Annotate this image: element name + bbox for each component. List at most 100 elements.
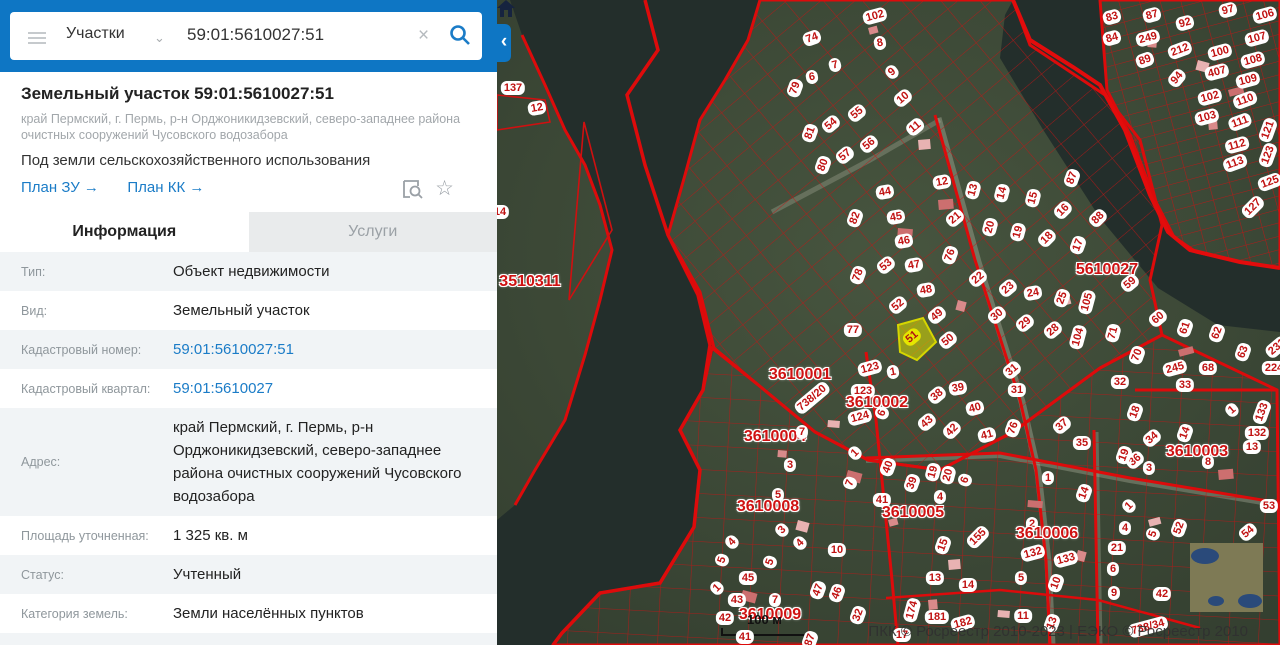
search-input[interactable] (185, 24, 409, 46)
building (918, 139, 931, 150)
info-value: 1 325 кв. м (173, 516, 473, 555)
parcel-label[interactable]: 7 (796, 425, 808, 439)
page-title: Земельный участок 59:01:5610027:51 (21, 84, 476, 104)
info-label: Кадастровый квартал: (0, 382, 173, 396)
building (938, 199, 954, 210)
info-label: Адрес: (0, 455, 173, 469)
parcel-label[interactable]: 14 (959, 578, 977, 592)
tab-information[interactable]: Информация (0, 212, 249, 252)
quarter-label[interactable]: 3610003 (1166, 443, 1228, 461)
quarter-label[interactable]: 3610005 (882, 504, 944, 522)
plan-kk-link[interactable]: План КК → (127, 179, 204, 196)
info-label: Вид: (0, 304, 173, 318)
info-label: Площадь уточненная: (0, 529, 173, 543)
parcel-label[interactable]: 21 (1108, 541, 1126, 555)
quarter-label[interactable]: 3510311 (499, 273, 560, 291)
parcel-label[interactable]: 14 (497, 205, 509, 219)
info-sidebar: Участки ⌄ × ‹ Земельный участок 59:01:56… (0, 0, 497, 645)
parcel-label[interactable]: 13 (1243, 440, 1261, 454)
info-row: Кадастровый номер:59:01:5610027:51 (0, 330, 497, 369)
parcel-label[interactable]: 4 (1119, 521, 1131, 535)
parcel-label[interactable]: 45 (739, 571, 757, 585)
info-value-link[interactable]: 59:01:5610027 (173, 369, 473, 408)
pond (1238, 594, 1262, 608)
cadastral-map[interactable]: 1371214351031174767910289101155548156578… (497, 0, 1280, 645)
parcel-label[interactable]: 3 (784, 458, 796, 472)
info-value: Земельный участок (173, 291, 473, 330)
info-value: Учтенный (173, 555, 473, 594)
info-label: Категория земель: (0, 607, 173, 621)
parcel-label[interactable]: 35 (1073, 436, 1091, 450)
app-window: 1371214351031174767910289101155548156578… (0, 0, 1280, 645)
parcel-label[interactable]: 32 (1111, 375, 1129, 389)
parcel-usage-text: Под земли сельскохозяйственного использо… (21, 152, 476, 169)
parcel-label[interactable]: 7 (769, 593, 781, 607)
parcel-label[interactable]: 68 (1199, 361, 1217, 375)
parcel-label[interactable]: 41 (736, 630, 754, 644)
parcel-address-subtitle: край Пермский, г. Пермь, р-н Орджоникидз… (21, 111, 461, 143)
info-value: Под земли сельскохозяйственного (173, 633, 473, 645)
building (777, 450, 787, 458)
parcel-label[interactable]: 137 (501, 81, 525, 95)
parcel-label[interactable]: 9 (1108, 586, 1120, 600)
parcel-label[interactable]: 3 (1143, 461, 1155, 475)
parcel-label[interactable]: 132 (1245, 426, 1269, 440)
parcel-label[interactable]: 31 (1008, 383, 1026, 397)
info-value: край Пермский, г. Пермь, р-н Орджоникидз… (173, 408, 473, 516)
parcel-label[interactable]: 42 (1153, 587, 1171, 601)
info-row: Вид:Земельный участок (0, 291, 497, 330)
search-box: Участки ⌄ × (10, 12, 482, 60)
home-icon[interactable] (497, 0, 515, 17)
parcel-label[interactable]: 4 (934, 490, 946, 504)
search-header: Участки ⌄ × (0, 0, 497, 72)
quarter-label[interactable]: 5610027 (1076, 261, 1138, 279)
quarter-label[interactable]: 3610008 (737, 498, 799, 516)
menu-icon[interactable] (28, 29, 46, 43)
plan-zu-link[interactable]: План ЗУ → (21, 179, 99, 196)
search-category-select[interactable]: Участки (66, 25, 125, 43)
parcel-label[interactable]: 77 (844, 323, 862, 337)
info-label: Кадастровый номер: (0, 343, 173, 357)
document-search-icon[interactable] (402, 179, 424, 199)
search-icon[interactable] (448, 23, 472, 47)
info-rows: Тип:Объект недвижимостиВид:Земельный уча… (0, 252, 497, 645)
parcel-label[interactable]: 181 (925, 610, 949, 624)
info-value: Земли населённых пунктов (173, 594, 473, 633)
building (997, 610, 1010, 618)
parcel-label[interactable]: 1 (1042, 471, 1054, 485)
parcel-label[interactable]: 5 (1015, 571, 1027, 585)
building (928, 599, 938, 610)
info-label: Статус: (0, 568, 173, 582)
info-row: Категория земель:Земли населённых пункто… (0, 594, 497, 633)
parcel-label[interactable]: 42 (716, 611, 734, 625)
map-attribution: ПКК © Росреестр 2010-2023 | ЕЭКО © Росре… (868, 623, 1248, 640)
parcel-label[interactable]: 8 (1202, 455, 1214, 469)
parcel-info-panel: Земельный участок 59:01:5610027:51 край … (0, 72, 497, 645)
building (948, 559, 961, 570)
info-row: РазрешенноеПод земли сельскохозяйственно… (0, 633, 497, 645)
parcel-label[interactable]: 33 (1176, 378, 1194, 392)
quarter-label[interactable]: 3610006 (1016, 525, 1078, 543)
pond (1208, 596, 1224, 606)
info-value: Объект недвижимости (173, 252, 473, 291)
info-value-link[interactable]: 59:01:5610027:51 (173, 330, 473, 369)
collapse-panel-button[interactable]: ‹ (497, 24, 511, 62)
parcel-label[interactable]: 224 (1262, 361, 1280, 375)
parcel-label[interactable]: 6 (1107, 562, 1119, 576)
favorite-star-icon[interactable]: ☆ (435, 176, 454, 201)
plan-links-row: План ЗУ → План КК → ☆ (21, 179, 476, 203)
info-row: Тип:Объект недвижимости (0, 252, 497, 291)
parcel-label[interactable]: 13 (926, 571, 944, 585)
tab-bar: Информация Услуги (0, 212, 497, 252)
building (1027, 500, 1043, 508)
parcel-label[interactable]: 53 (1260, 499, 1278, 513)
chevron-down-icon[interactable]: ⌄ (154, 30, 165, 46)
parcel-label[interactable]: 43 (728, 593, 746, 607)
info-row: Статус:Учтенный (0, 555, 497, 594)
parcel-label[interactable]: 11 (1014, 609, 1032, 623)
tab-services[interactable]: Услуги (249, 212, 498, 252)
info-row: Кадастровый квартал:59:01:5610027 (0, 369, 497, 408)
clear-icon[interactable]: × (418, 25, 429, 47)
parcel-label[interactable]: 10 (828, 543, 846, 557)
building (1218, 469, 1234, 480)
